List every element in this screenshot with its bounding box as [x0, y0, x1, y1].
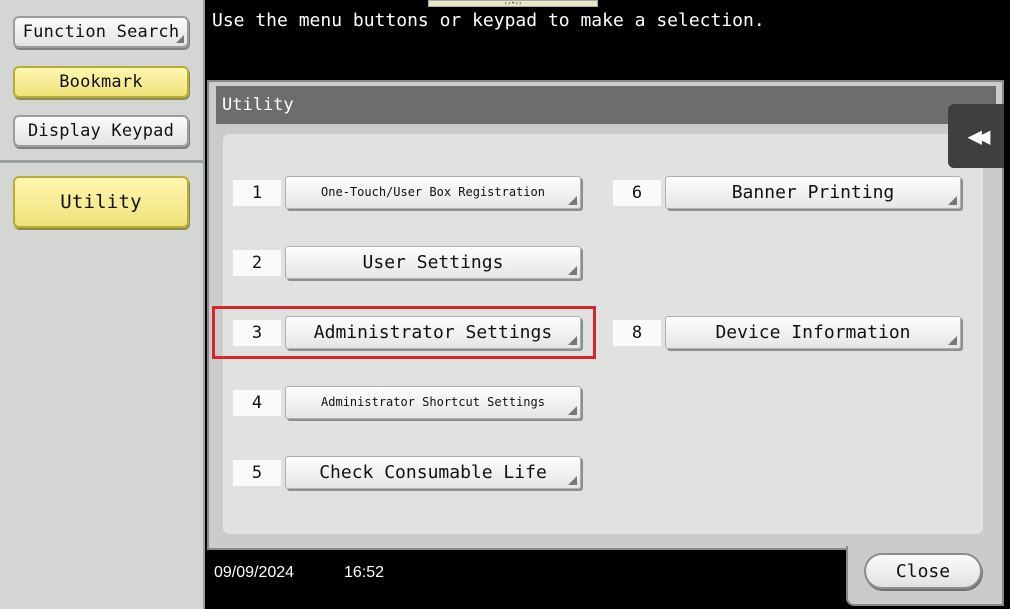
administrator-shortcut-settings-button[interactable]: Administrator Shortcut Settings: [285, 386, 581, 419]
collapse-panel-button[interactable]: ◀◀: [948, 104, 1004, 168]
panel-title: Utility: [216, 86, 996, 124]
menu-number-1: 1: [233, 180, 281, 206]
double-chevron-left-icon: ◀◀: [967, 122, 991, 150]
date-display: 09/09/2024: [214, 564, 295, 581]
sidebar-divider: [0, 160, 203, 163]
check-consumable-life-button[interactable]: Check Consumable Life: [285, 456, 581, 489]
utility-button[interactable]: Utility: [13, 176, 189, 228]
one-touch-user-box-registration-button[interactable]: One-Touch/User Box Registration: [285, 176, 581, 209]
time-display: 16:52: [344, 564, 385, 581]
sidebar: Function Search Bookmark Display Keypad …: [0, 0, 205, 609]
highlight-box: [212, 306, 596, 359]
function-search-button[interactable]: Function Search: [13, 16, 189, 48]
menu-number-5: 5: [233, 460, 281, 486]
close-button[interactable]: Close: [864, 553, 982, 589]
user-settings-button[interactable]: User Settings: [285, 246, 581, 279]
menu-number-4: 4: [233, 390, 281, 416]
device-information-button[interactable]: Device Information: [665, 316, 961, 349]
menu-number-2: 2: [233, 250, 281, 276]
banner-printing-button[interactable]: Banner Printing: [665, 176, 961, 209]
bookmark-button[interactable]: Bookmark: [13, 66, 189, 98]
display-keypad-button[interactable]: Display Keypad: [13, 115, 189, 147]
status-bar: 09/09/2024 16:52: [207, 552, 847, 606]
instruction-text: Use the menu buttons or keypad to make a…: [212, 10, 765, 31]
menu-number-8: 8: [613, 320, 661, 346]
top-drag-handle[interactable]: ‹‹•››: [428, 0, 598, 7]
menu-number-6: 6: [613, 180, 661, 206]
